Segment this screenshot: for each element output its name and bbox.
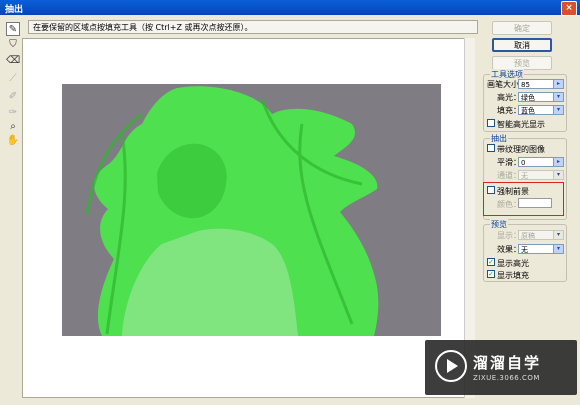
title-bar: 抽出 × xyxy=(0,0,580,16)
show-select[interactable]: 原稿 ▾ xyxy=(518,230,564,240)
instruction-hint: 在要保留的区域点按填充工具（按 Ctrl+Z 或再次点按还原）。 xyxy=(28,20,478,34)
extract-dialog: 抽出 × ✎ ⛉ ⌫ ⟋ ✐ ✑ ⌕ ✋ 在要保留的区域点按填充工具（按 Ctr… xyxy=(0,0,580,405)
eraser-icon[interactable]: ⌫ xyxy=(6,54,20,68)
fill-icon[interactable]: ⛉ xyxy=(6,38,20,52)
extraction-title: 抽出 xyxy=(490,133,508,144)
cancel-button[interactable]: 取消 xyxy=(492,38,552,52)
highlight-select[interactable]: 绿色 ▾ xyxy=(518,92,564,102)
channel-select[interactable]: 无 ▾ xyxy=(518,170,564,180)
ok-button[interactable]: 确定 xyxy=(492,21,552,35)
watermark-url: ZIXUE.3066.COM xyxy=(473,374,540,382)
tools-palette: ✎ ⛉ ⌫ ⟋ ✐ ✑ ⌕ ✋ xyxy=(3,20,23,146)
chevron-down-icon: ▾ xyxy=(553,106,563,114)
photo-with-highlight[interactable] xyxy=(62,84,441,336)
show-fill-checkbox[interactable] xyxy=(487,270,495,278)
edge-touchup-icon: ✑ xyxy=(8,107,18,118)
preview-button[interactable]: 预览 xyxy=(492,56,552,70)
force-foreground-highlight-box xyxy=(483,182,564,216)
close-icon[interactable]: × xyxy=(561,1,577,16)
chevron-down-icon: ▾ xyxy=(553,93,563,101)
play-logo-icon xyxy=(435,350,467,382)
hand-icon[interactable]: ✋ xyxy=(6,134,20,148)
fill-select[interactable]: 蓝色 ▾ xyxy=(518,105,564,115)
smooth-input[interactable]: 0 ▸ xyxy=(518,157,564,167)
chevron-down-icon: ▾ xyxy=(553,171,563,179)
cleanup-icon: ✐ xyxy=(8,91,18,102)
eyedropper-icon: ⟋ xyxy=(9,73,17,84)
chevron-right-icon: ▸ xyxy=(553,80,563,88)
watermark: 溜溜自学 ZIXUE.3066.COM xyxy=(425,340,577,395)
chevron-down-icon: ▾ xyxy=(553,231,563,239)
smart-highlight-label: 智能高光显示 xyxy=(497,120,545,129)
chevron-down-icon: ▾ xyxy=(553,245,563,253)
window-title: 抽出 xyxy=(5,5,24,15)
chevron-right-icon: ▸ xyxy=(553,158,563,166)
zoom-icon[interactable]: ⌕ xyxy=(6,120,20,134)
effect-select[interactable]: 无 ▾ xyxy=(518,244,564,254)
textured-image-label: 带纹理的图像 xyxy=(497,145,545,154)
show-fill-label: 显示填充 xyxy=(497,271,529,280)
edge-highlighter-icon[interactable]: ✎ xyxy=(6,22,20,36)
smart-highlight-checkbox[interactable] xyxy=(487,119,495,127)
preview-title: 预览 xyxy=(490,219,508,230)
preview-group: 预览 显示： 原稿▾ 效果： 无▾ 显示高光 显示填充 xyxy=(483,219,567,282)
brush-size-input[interactable]: 85 ▸ xyxy=(518,79,564,89)
show-highlight-checkbox[interactable] xyxy=(487,258,495,266)
show-highlight-label: 显示高光 xyxy=(497,259,529,268)
textured-image-checkbox[interactable] xyxy=(487,144,495,152)
tool-options-group: 工具选项 画笔大小： 85 ▸ 高光： 绿色 ▾ 填充： 蓝色 ▾ 智能高光显示 xyxy=(483,69,567,132)
watermark-brand: 溜溜自学 xyxy=(473,354,542,372)
